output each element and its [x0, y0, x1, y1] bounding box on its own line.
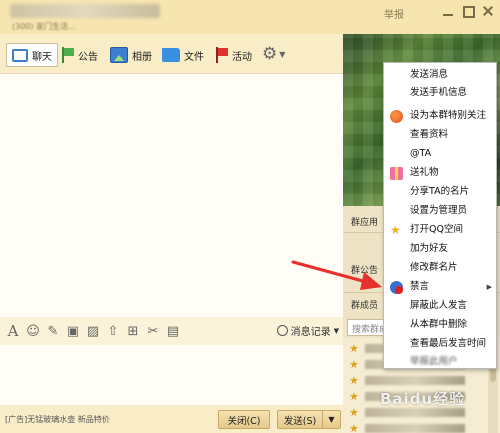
star-icon: ★ — [349, 406, 359, 419]
minimize-button[interactable] — [441, 4, 455, 18]
input-toolbar: A ☺ ✎ ▣ ▨ ⇧ ⊞ ✂ ▤ 消息记录 ▼ — [0, 317, 343, 345]
send-options-button[interactable]: ▼ — [323, 410, 341, 429]
upload-icon[interactable]: ⇧ — [106, 324, 120, 339]
menu-item-remove-member[interactable]: 从本群中删除 — [384, 317, 496, 333]
tab-chat-label: 聊天 — [32, 51, 52, 63]
menu-item-add-friend[interactable]: 加为好友 — [384, 241, 496, 257]
close-window-button[interactable] — [481, 4, 495, 18]
message-record-label: 消息记录 — [290, 327, 331, 338]
star-icon: ★ — [349, 422, 359, 433]
group-members-label: 群成员 — [351, 301, 379, 311]
menu-item-mute[interactable]: 禁言 ▶ — [384, 279, 496, 295]
ad-text[interactable]: [广告]无锰玻璃水壶 新品特价 — [5, 414, 110, 425]
menu-item-share-card[interactable]: 分享TA的名片 — [384, 184, 496, 200]
menu-item-last-speak-time[interactable]: 查看最后发言时间 — [384, 336, 496, 352]
gear-icon: ⚙ — [262, 44, 278, 64]
list-item[interactable]: ★ — [349, 374, 479, 387]
heart-icon — [390, 110, 403, 123]
chevron-right-icon: ▶ — [486, 283, 492, 291]
tab-announcement[interactable]: 公告 — [60, 43, 98, 67]
menu-item-mention[interactable]: @TA — [384, 146, 496, 162]
group-notice-label: 群公告 — [351, 266, 379, 276]
send-button[interactable]: 发送(S) — [277, 410, 323, 429]
image-icon[interactable]: ▨ — [86, 324, 100, 339]
menu-item-report-user[interactable]: 举报此用户 — [384, 354, 496, 370]
scissors-icon[interactable]: ✂ — [146, 324, 160, 339]
message-input[interactable] — [0, 345, 343, 405]
red-flag-icon — [214, 47, 228, 63]
menu-item-block-speech[interactable]: 屏蔽此人发言 — [384, 298, 496, 314]
flag-icon — [60, 47, 74, 63]
menu-item-set-admin[interactable]: 设置为管理员 — [384, 203, 496, 219]
star-icon: ★ — [349, 358, 359, 371]
bottom-bar: [广告]无锰玻璃水壶 新品特价 关闭(C) 发送(S) ▼ — [0, 405, 343, 433]
ban-icon — [390, 281, 403, 294]
magic-wand-icon[interactable]: ✎ — [46, 324, 60, 339]
menu-item-edit-card[interactable]: 修改群名片 — [384, 260, 496, 276]
menu-item-send-gift[interactable]: 送礼物 — [384, 165, 496, 181]
chevron-down-icon: ▼ — [333, 326, 339, 335]
emoji-icon[interactable]: ☺ — [26, 324, 40, 339]
tab-album[interactable]: 相册 — [110, 43, 152, 67]
font-icon[interactable]: A — [6, 322, 20, 340]
menu-item-open-qzone[interactable]: ★ 打开QQ空间 — [384, 222, 496, 238]
chat-message-area[interactable] — [0, 74, 343, 317]
message-record-button[interactable]: 消息记录 ▼ — [276, 323, 339, 338]
member-context-menu: 发送消息 发送手机信息 设为本群特别关注 查看资料 @TA 送礼物 分享TA的名… — [383, 62, 497, 369]
folder-icon — [162, 48, 180, 62]
more-tools-icon[interactable]: ▤ — [166, 324, 180, 339]
tab-chat[interactable]: 聊天 — [6, 43, 58, 67]
tab-announcement-label: 公告 — [78, 51, 98, 63]
clock-icon — [276, 325, 288, 336]
maximize-button[interactable] — [461, 4, 475, 18]
gift-icon — [390, 167, 403, 180]
photo-icon — [110, 47, 128, 63]
tab-files-label: 文件 — [184, 51, 204, 63]
star-icon: ★ — [349, 374, 359, 387]
group-apps-label: 群应用 — [351, 218, 379, 228]
star-icon: ★ — [390, 223, 401, 237]
close-button[interactable]: 关闭(C) — [218, 410, 270, 429]
chat-icon — [12, 48, 28, 62]
group-subtitle: (300) 家门生活… — [12, 22, 77, 31]
shake-icon[interactable]: ▣ — [66, 324, 80, 339]
report-link[interactable]: 举报 — [384, 6, 404, 21]
tab-album-label: 相册 — [132, 51, 152, 63]
menu-item-send-message[interactable]: 发送消息 — [384, 67, 496, 83]
settings-gear-button[interactable]: ⚙ ▼ — [262, 44, 294, 66]
menu-item-special-follow[interactable]: 设为本群特别关注 — [384, 108, 496, 124]
tab-bar: 聊天 公告 相册 文件 活动 ⚙ ▼ — [0, 34, 343, 74]
tab-files[interactable]: 文件 — [162, 43, 204, 67]
tab-activity-label: 活动 — [232, 51, 252, 63]
window-title — [10, 4, 160, 18]
menu-item-send-sms[interactable]: 发送手机信息 — [384, 85, 496, 101]
watermark-logo: Baidu经验 — [380, 390, 466, 408]
list-item[interactable]: ★ — [349, 422, 479, 433]
star-icon: ★ — [349, 342, 359, 355]
menu-item-view-profile[interactable]: 查看资料 — [384, 127, 496, 143]
tab-activity[interactable]: 活动 — [214, 43, 252, 67]
gift-toolbar-icon[interactable]: ⊞ — [126, 324, 140, 339]
chevron-down-icon: ▼ — [279, 49, 286, 59]
title-bar: (300) 家门生活… 举报 — [0, 0, 500, 34]
star-icon: ★ — [349, 390, 359, 403]
